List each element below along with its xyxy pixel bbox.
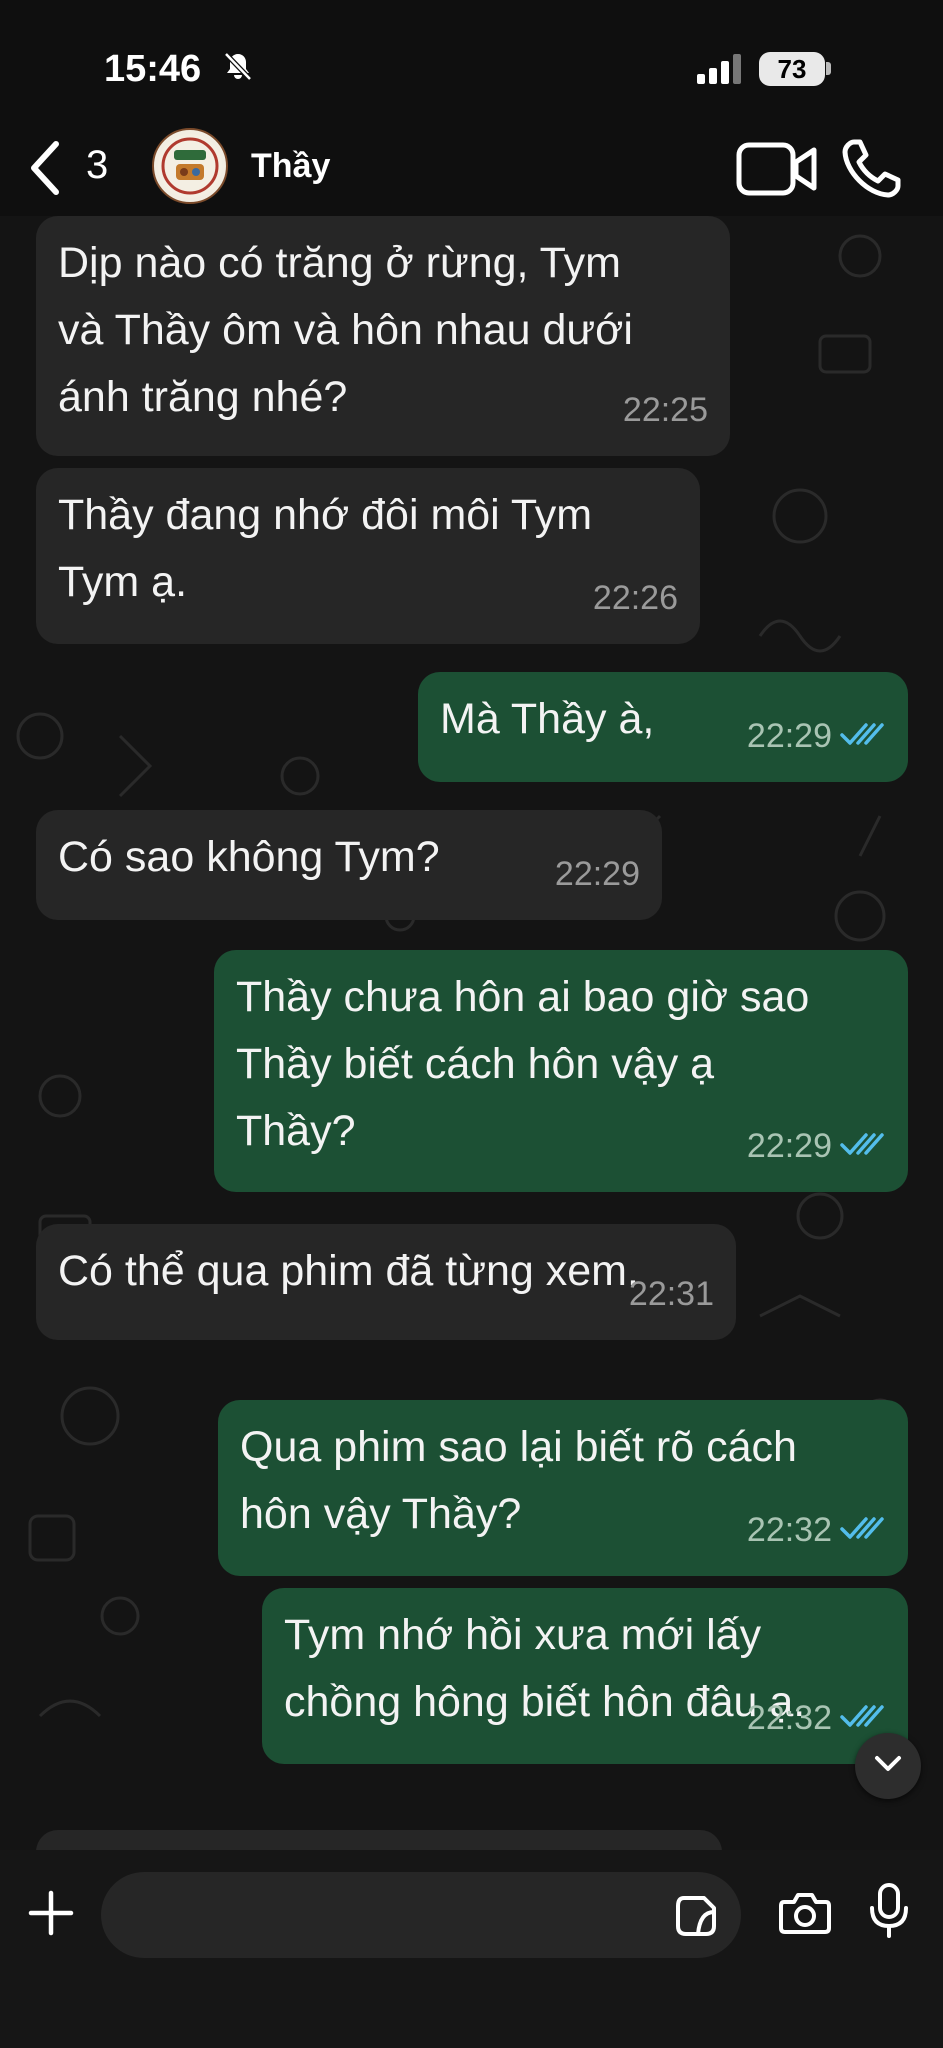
message-time: 22:29 bbox=[746, 1127, 832, 1165]
bell-slash-icon bbox=[222, 50, 254, 87]
avatar[interactable] bbox=[152, 128, 228, 204]
status-time: 15:46 bbox=[104, 48, 202, 90]
message-meta: 22:29 bbox=[747, 1113, 886, 1180]
message-time: 22:25 bbox=[622, 391, 708, 429]
message-meta: 22:32 bbox=[747, 1497, 886, 1564]
message-time: 22:26 bbox=[592, 579, 678, 617]
message-meta: 22:25 bbox=[623, 377, 708, 444]
message-incoming[interactable]: Có thể qua phim đã từng xem. 22:31 bbox=[36, 1224, 736, 1340]
scroll-to-bottom-button[interactable] bbox=[855, 1733, 921, 1799]
microphone-icon[interactable] bbox=[868, 1882, 910, 1945]
read-ticks-icon bbox=[840, 703, 886, 770]
chat-header: 3 Thầy bbox=[0, 128, 943, 216]
message-text: Có thể qua phim đã từng xem. bbox=[58, 1247, 639, 1295]
back-unread-count[interactable]: 3 bbox=[86, 143, 108, 188]
message-incoming[interactable]: Có sao không Tym? 22:29 bbox=[36, 810, 662, 920]
message-time: 22:29 bbox=[554, 855, 640, 893]
message-outgoing[interactable]: Thầy chưa hôn ai bao giờ sao Thầy biết c… bbox=[214, 950, 908, 1192]
message-outgoing[interactable]: Mà Thầy à, 22:29 bbox=[418, 672, 908, 782]
message-text: Có sao không Tym? bbox=[58, 833, 440, 881]
sticker-icon[interactable] bbox=[674, 1894, 718, 1943]
chat-area[interactable]: Dịp nào có trăng ở rừng, Tym và Thầy ôm … bbox=[0, 216, 943, 1850]
message-incoming-partial[interactable] bbox=[36, 1830, 722, 1850]
camera-icon[interactable] bbox=[778, 1890, 832, 1941]
signal-icon bbox=[697, 54, 749, 89]
read-ticks-icon bbox=[840, 1497, 886, 1564]
chevron-left-icon[interactable] bbox=[26, 138, 66, 203]
message-incoming[interactable]: Dịp nào có trăng ở rừng, Tym và Thầy ôm … bbox=[36, 216, 730, 456]
composer-bar bbox=[0, 1850, 943, 2048]
message-time: 22:29 bbox=[746, 717, 832, 755]
video-call-icon[interactable] bbox=[736, 140, 818, 203]
message-input[interactable] bbox=[101, 1872, 741, 1958]
message-meta: 22:26 bbox=[593, 565, 678, 632]
contact-name[interactable]: Thầy bbox=[251, 147, 330, 186]
message-time: 22:32 bbox=[746, 1511, 832, 1549]
message-text: Thầy đang nhớ đôi môi Tym Tym ạ. bbox=[58, 491, 593, 606]
battery-tip bbox=[826, 62, 831, 75]
phone-icon[interactable] bbox=[840, 138, 902, 205]
message-meta: 22:31 bbox=[629, 1261, 714, 1328]
message-incoming[interactable]: Thầy đang nhớ đôi môi Tym Tym ạ. 22:26 bbox=[36, 468, 700, 644]
message-outgoing[interactable]: Qua phim sao lại biết rõ cách hôn vậy Th… bbox=[218, 1400, 908, 1576]
read-ticks-icon bbox=[840, 1113, 886, 1180]
message-time: 22:32 bbox=[746, 1699, 832, 1737]
message-time: 22:31 bbox=[628, 1275, 714, 1313]
chevron-down-icon bbox=[873, 1754, 903, 1779]
message-outgoing[interactable]: Tym nhớ hồi xưa mới lấy chồng hông biết … bbox=[262, 1588, 908, 1764]
status-bar: 15:46 73 bbox=[0, 0, 943, 130]
message-meta: 22:29 bbox=[555, 841, 640, 908]
battery-icon: 73 bbox=[759, 52, 825, 86]
plus-icon[interactable] bbox=[26, 1888, 76, 1943]
message-meta: 22:29 bbox=[747, 703, 886, 770]
message-text: Dịp nào có trăng ở rừng, Tym và Thầy ôm … bbox=[58, 239, 633, 421]
